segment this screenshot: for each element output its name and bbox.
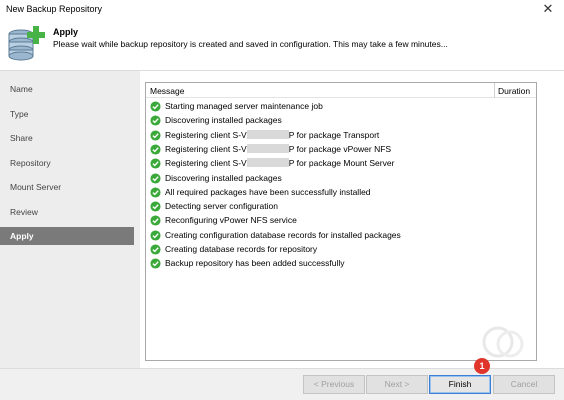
check-circle-icon (150, 158, 161, 169)
log-message: Reconfiguring vPower NFS service (165, 215, 297, 225)
column-header-duration[interactable]: Duration (498, 86, 530, 96)
log-message: Discovering installed packages (165, 115, 282, 125)
main-content: Message Duration Starting managed server… (140, 70, 564, 368)
sidebar-item-type[interactable]: Type (0, 105, 134, 123)
previous-button[interactable]: < Previous (303, 375, 365, 394)
log-message: Creating configuration database records … (165, 230, 401, 240)
log-message-text: Reconfiguring vPower NFS service (165, 215, 297, 226)
window-title: New Backup Repository (6, 4, 103, 14)
log-message: Registering client S-V P for package vPow… (165, 143, 392, 154)
log-message-text: All required packages have been successf… (165, 186, 371, 197)
log-table: Message Duration Starting managed server… (145, 82, 537, 361)
log-message-text: Registering client S-V (165, 129, 247, 140)
sidebar-item-repository[interactable]: Repository (0, 154, 134, 172)
log-row[interactable]: All required packages have been successf… (150, 186, 490, 200)
column-header-message[interactable]: Message (150, 86, 185, 96)
log-message-text: Creating configuration database records … (165, 229, 401, 240)
log-message-suffix: P for package Transport (288, 129, 380, 140)
log-row[interactable]: Discovering installed packages (150, 114, 490, 128)
log-message: Creating database records for repository (165, 244, 317, 254)
database-add-icon (8, 26, 45, 61)
log-row[interactable]: Creating configuration database records … (150, 229, 490, 243)
sidebar-item-review[interactable]: Review (0, 203, 134, 221)
log-message-text: Creating database records for repository (165, 244, 318, 254)
sidebar-item-mount-server[interactable]: Mount Server (0, 178, 134, 196)
log-message: Discovering installed packages (165, 173, 282, 183)
log-message: All required packages have been successf… (165, 187, 371, 197)
log-message-text: Registering client S-V (165, 143, 247, 154)
redacted-hostname (246, 143, 289, 153)
log-message-suffix: P for package vPower NFS (288, 143, 392, 154)
log-row[interactable]: Discovering installed packages (150, 172, 490, 186)
log-table-header: Message Duration (146, 83, 536, 98)
sidebar-item-apply[interactable]: Apply (0, 227, 134, 245)
log-message: Registering client S-V P for package Moun… (165, 158, 394, 168)
log-row[interactable]: Starting managed server maintenance job (150, 100, 490, 114)
check-circle-icon (150, 215, 161, 226)
log-message-text: Starting managed server maintenance job (165, 101, 323, 111)
check-circle-icon (150, 130, 161, 141)
log-message: Starting managed server maintenance job (165, 101, 323, 111)
wizard-steps: Name Type Share Repository Mount Server … (0, 70, 140, 368)
check-circle-icon (150, 144, 161, 155)
redacted-hostname (246, 129, 289, 139)
check-circle-icon (150, 201, 161, 212)
log-message: Registering client S-V P for package Tran… (165, 129, 380, 140)
log-message-text: Backup repository has been added success… (165, 258, 345, 269)
watermark-logo (482, 326, 524, 358)
log-row[interactable]: Registering client S-V P for package vPow… (150, 143, 490, 157)
check-circle-icon (150, 101, 161, 112)
cancel-button[interactable]: Cancel (493, 375, 555, 394)
close-icon[interactable]: ✕ (541, 2, 555, 16)
log-message-text: Discovering installed packages (165, 115, 282, 126)
check-circle-icon (150, 187, 161, 198)
log-row[interactable]: Detecting server configuration (150, 200, 490, 214)
sidebar-item-share[interactable]: Share (0, 129, 134, 147)
column-divider[interactable] (494, 83, 495, 98)
log-message-text: Discovering installed packages (165, 172, 282, 183)
log-message-text: Registering client S-V (165, 158, 247, 169)
log-row[interactable]: Backup repository has been added success… (150, 257, 490, 271)
log-message-text: Detecting server configuration (165, 201, 278, 212)
redacted-hostname (246, 158, 289, 168)
log-row[interactable]: Creating database records for repository (150, 243, 490, 257)
check-circle-icon (150, 115, 161, 126)
log-message-suffix: P for package Mount Server (288, 158, 395, 169)
log-row[interactable]: Registering client S-V P for package Tran… (150, 129, 490, 143)
step-badge: 1 (474, 358, 490, 374)
finish-button[interactable]: Finish (429, 375, 491, 394)
title-bar: New Backup Repository ✕ (0, 0, 564, 20)
page-title: Apply (53, 27, 79, 37)
page-subtitle: Please wait while backup repository is c… (53, 39, 448, 49)
log-row[interactable]: Reconfiguring vPower NFS service (150, 214, 490, 228)
check-circle-icon (150, 230, 161, 241)
check-circle-icon (150, 244, 161, 255)
log-message: Backup repository has been added success… (165, 258, 345, 268)
check-circle-icon (150, 172, 161, 184)
log-message: Detecting server configuration (165, 201, 278, 211)
log-row[interactable]: Registering client S-V P for package Moun… (150, 157, 490, 171)
sidebar-item-name[interactable]: Name (0, 80, 134, 98)
next-button[interactable]: Next > (366, 375, 428, 394)
wizard-header: Apply Please wait while backup repositor… (0, 20, 564, 70)
check-circle-icon (150, 258, 161, 269)
